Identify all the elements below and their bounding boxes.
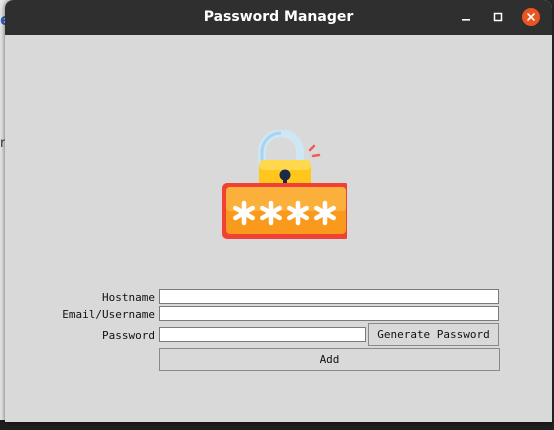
title-bar[interactable]: Password Manager: [5, 0, 552, 35]
hostname-label: Hostname: [102, 291, 155, 304]
password-input[interactable]: [159, 327, 366, 342]
close-button[interactable]: [522, 8, 540, 26]
minimize-button[interactable]: [457, 8, 475, 26]
maximize-button[interactable]: [489, 8, 507, 26]
padlock-password-icon: [222, 130, 347, 239]
password-manager-window: Password Manager Hostname Email/Username…: [5, 0, 552, 422]
hostname-input[interactable]: [159, 289, 499, 304]
maximize-icon: [493, 12, 503, 22]
minimize-icon: [462, 19, 470, 21]
close-icon: [527, 13, 535, 21]
email-username-label: Email/Username: [62, 308, 155, 321]
add-button[interactable]: Add: [159, 348, 500, 371]
generate-password-button[interactable]: Generate Password: [368, 323, 499, 346]
password-label: Password: [102, 329, 155, 342]
email-username-input[interactable]: [159, 306, 499, 321]
